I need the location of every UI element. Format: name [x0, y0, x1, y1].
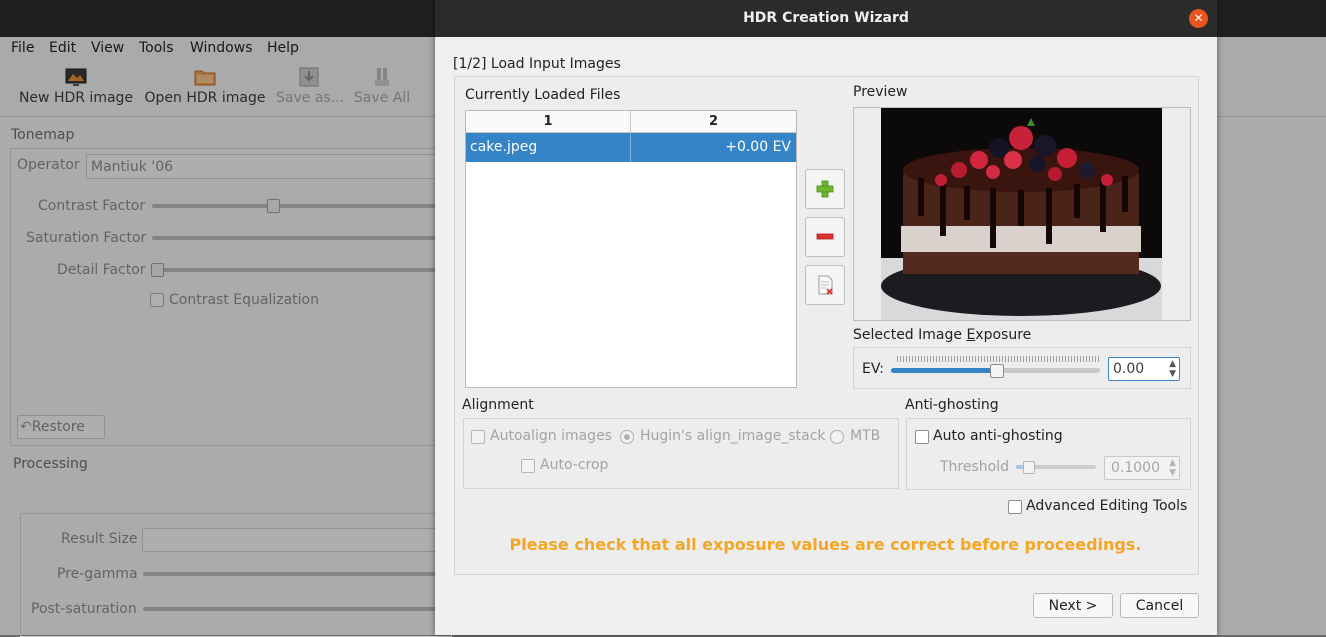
ev-spinbox[interactable]: 0.00 ▲ ▼	[1108, 357, 1180, 381]
hdr-creation-wizard-dialog: HDR Creation Wizard ✕ [1/2] Load Input I…	[435, 0, 1217, 635]
threshold-slider-handle[interactable]	[1023, 461, 1035, 474]
radio-dot	[624, 434, 630, 440]
file-ev-cell: +0.00 EV	[725, 139, 791, 155]
cake-preview-picture	[881, 108, 1162, 320]
ev-label: EV:	[862, 361, 884, 377]
autocrop-checkbox[interactable]	[521, 459, 535, 473]
column-header-1[interactable]: 1	[466, 111, 631, 133]
add-files-button[interactable]	[805, 169, 845, 209]
threshold-spinbox[interactable]: 0.1000 ▲ ▼	[1104, 456, 1180, 480]
alignment-label: Alignment	[462, 397, 534, 413]
step-label: [1/2] Load Input Images	[453, 56, 621, 72]
close-icon[interactable]: ✕	[1189, 9, 1208, 28]
autoalign-label: Autoalign images	[490, 428, 612, 444]
threshold-value: 0.1000	[1111, 460, 1160, 476]
cell-divider	[630, 133, 631, 162]
table-row[interactable]: cake.jpeg +0.00 EV	[466, 133, 796, 162]
autocrop-label: Auto-crop	[540, 457, 609, 473]
ev-slider-ticks	[897, 356, 1099, 362]
loaded-files-label: Currently Loaded Files	[465, 87, 621, 103]
hugin-radio[interactable]	[620, 430, 634, 444]
auto-antighosting-label: Auto anti-ghosting	[933, 428, 1063, 444]
selected-image-exposure-label: Selected Image Exposure	[853, 327, 1032, 343]
spin-arrows-icon[interactable]: ▲ ▼	[1169, 359, 1176, 379]
ev-value: 0.00	[1113, 361, 1145, 377]
mtb-label: MTB	[850, 428, 881, 444]
mtb-radio[interactable]	[830, 430, 844, 444]
minus-icon	[816, 233, 834, 240]
clear-list-icon	[818, 275, 833, 295]
dialog-title: HDR Creation Wizard	[743, 10, 909, 26]
remove-file-button[interactable]	[805, 217, 845, 257]
clear-list-button[interactable]	[805, 265, 845, 305]
antighosting-label: Anti-ghosting	[905, 397, 999, 413]
advanced-editing-label: Advanced Editing Tools	[1026, 498, 1188, 514]
advanced-editing-checkbox[interactable]	[1008, 500, 1022, 514]
file-name-cell: cake.jpeg	[470, 139, 538, 155]
autoalign-checkbox[interactable]	[471, 430, 485, 444]
preview-frame	[853, 107, 1191, 321]
plus-icon	[816, 180, 834, 198]
preview-image	[881, 108, 1162, 320]
threshold-label: Threshold	[940, 459, 1009, 475]
exposure-warning-message: Please check that all exposure values ar…	[509, 535, 1142, 554]
auto-antighosting-checkbox[interactable]	[915, 430, 929, 444]
ev-slider-fill	[891, 368, 996, 373]
next-button[interactable]: Next >	[1033, 593, 1113, 618]
preview-label: Preview	[853, 84, 908, 100]
column-header-2[interactable]: 2	[631, 111, 796, 133]
cancel-button[interactable]: Cancel	[1120, 593, 1199, 618]
dialog-titlebar: HDR Creation Wizard ✕	[435, 0, 1217, 37]
hugin-label: Hugin's align_image_stack	[640, 428, 826, 444]
loaded-files-table[interactable]: 1 2 cake.jpeg +0.00 EV	[465, 110, 797, 388]
spin-arrows-icon[interactable]: ▲ ▼	[1169, 458, 1176, 478]
ev-slider-handle[interactable]	[989, 364, 1004, 378]
